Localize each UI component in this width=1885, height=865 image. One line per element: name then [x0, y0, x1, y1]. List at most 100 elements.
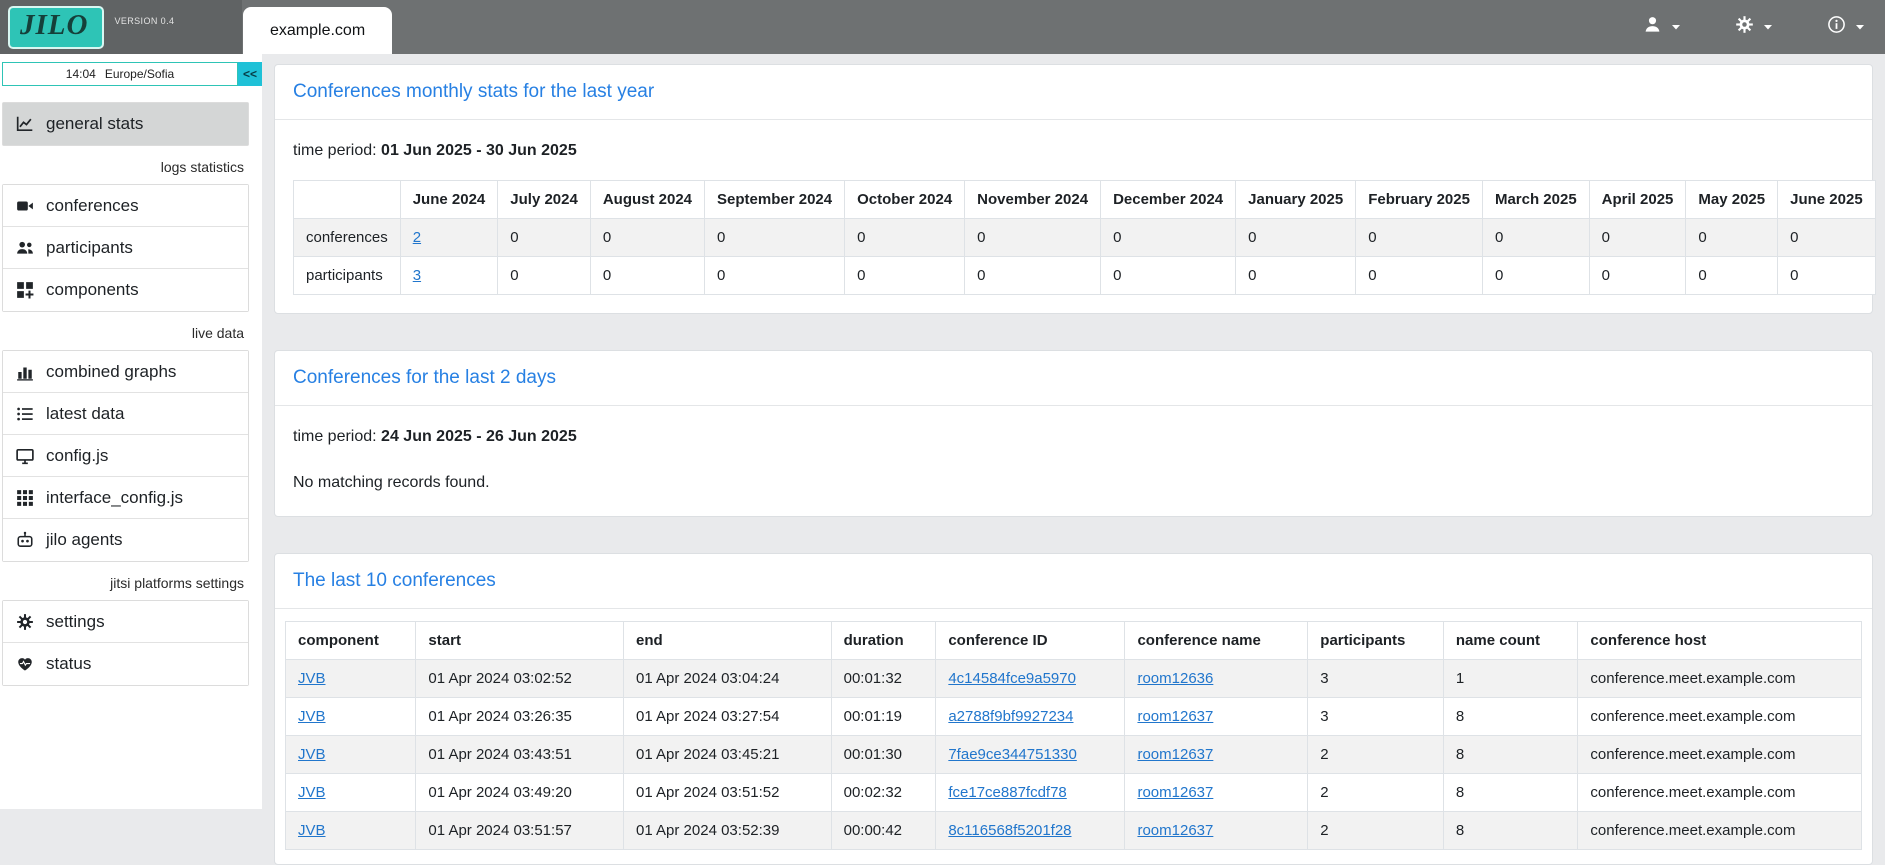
sidebar-item-interface-config-js[interactable]: interface_config.js [3, 477, 248, 519]
column-header: August 2024 [590, 181, 704, 219]
table-cell: conferences [294, 219, 401, 257]
table-cell: 8c116568f5201f28 [936, 812, 1125, 850]
table-cell: 01 Apr 2024 03:27:54 [624, 698, 832, 736]
table-link[interactable]: 3 [413, 267, 421, 284]
card-last-2-days: Conferences for the last 2 days time per… [274, 350, 1873, 517]
table-cell: 00:00:42 [831, 812, 936, 850]
table-cell: 0 [1101, 257, 1236, 295]
sidebar-item-general-stats[interactable]: general stats [3, 103, 248, 145]
table-cell: 2 [1308, 812, 1444, 850]
sidebar-item-settings[interactable]: settings [3, 601, 248, 643]
sidebar-item-label: participants [46, 238, 133, 258]
table-link[interactable]: a2788f9bf9927234 [948, 708, 1073, 725]
table-cell: 0 [1589, 219, 1686, 257]
column-header: June 2024 [400, 181, 498, 219]
sidebar-item-config-js[interactable]: config.js [3, 435, 248, 477]
table-cell: 0 [590, 219, 704, 257]
table-cell: conference.meet.example.com [1578, 736, 1862, 774]
table-link[interactable]: fce17ce887fcdf78 [948, 784, 1066, 801]
sidebar-item-combined-graphs[interactable]: combined graphs [3, 351, 248, 393]
table-link[interactable]: room12637 [1137, 708, 1213, 725]
table-cell: 00:01:32 [831, 660, 936, 698]
column-header: conference name [1125, 622, 1308, 660]
sidebar-section-jitsi-platforms-settings: jitsi platforms settings [0, 562, 262, 600]
table-row: JVB01 Apr 2024 03:02:5201 Apr 2024 03:04… [286, 660, 1862, 698]
table-cell: JVB [286, 660, 416, 698]
column-header: December 2024 [1101, 181, 1236, 219]
sidebar-section-logs-statistics: logs statistics [0, 146, 262, 184]
last-10-conferences-table: componentstartenddurationconference IDco… [285, 621, 1862, 850]
column-header: November 2024 [965, 181, 1101, 219]
bar-chart-icon [15, 363, 35, 381]
chart-line-icon [15, 115, 35, 133]
table-link[interactable]: 4c14584fce9a5970 [948, 670, 1076, 687]
topbar: JILO VERSION 0.4 example.com [0, 0, 1885, 54]
sidebar-item-components[interactable]: components [3, 269, 248, 311]
table-cell: room12637 [1125, 698, 1308, 736]
table-cell: 0 [1236, 219, 1356, 257]
sidebar-item-jilo-agents[interactable]: jilo agents [3, 519, 248, 561]
clock-timezone: Europe/Sofia [105, 67, 174, 81]
column-header: January 2025 [1236, 181, 1356, 219]
table-link[interactable]: 8c116568f5201f28 [948, 822, 1071, 839]
table-link[interactable]: room12637 [1137, 784, 1213, 801]
app-version: VERSION 0.4 [114, 16, 174, 26]
sidebar-item-status[interactable]: status [3, 643, 248, 685]
table-link[interactable]: JVB [298, 670, 326, 687]
table-cell: 7fae9ce344751330 [936, 736, 1125, 774]
settings-menu-toggle[interactable] [1735, 15, 1773, 39]
tab-example-com[interactable]: example.com [243, 7, 392, 54]
table-cell: 0 [1778, 219, 1876, 257]
card-body: componentstartenddurationconference IDco… [275, 609, 1872, 864]
table-cell: 01 Apr 2024 03:52:39 [624, 812, 832, 850]
sidebar-item-label: components [46, 280, 139, 300]
sidebar-item-participants[interactable]: participants [3, 227, 248, 269]
column-header: duration [831, 622, 936, 660]
chevron-down-icon [1763, 18, 1773, 36]
table-cell: conference.meet.example.com [1578, 660, 1862, 698]
table-cell: 2 [1308, 736, 1444, 774]
user-menu-toggle[interactable] [1643, 15, 1681, 39]
sidebar-item-label: combined graphs [46, 362, 176, 382]
table-link[interactable]: JVB [298, 708, 326, 725]
table-link[interactable]: room12636 [1137, 670, 1213, 687]
table-cell: JVB [286, 812, 416, 850]
column-header: start [416, 622, 624, 660]
table-cell: 3 [1308, 660, 1444, 698]
table-cell: conference.meet.example.com [1578, 698, 1862, 736]
table-cell: a2788f9bf9927234 [936, 698, 1125, 736]
sidebar-collapse-button[interactable]: << [238, 62, 262, 86]
column-header: component [286, 622, 416, 660]
table-link[interactable]: JVB [298, 784, 326, 801]
topbar-brand-area: JILO VERSION 0.4 [0, 0, 242, 54]
table-cell: 01 Apr 2024 03:51:57 [416, 812, 624, 850]
card-header: The last 10 conferences [275, 554, 1872, 609]
table-cell: 0 [965, 257, 1101, 295]
column-header [294, 181, 401, 219]
table-cell: room12636 [1125, 660, 1308, 698]
sidebar-item-latest-data[interactable]: latest data [3, 393, 248, 435]
table-header-row: June 2024July 2024August 2024September 2… [294, 181, 1876, 219]
sidebar-nav: general stats logs statistics conference… [0, 102, 262, 686]
column-header: July 2024 [498, 181, 591, 219]
user-icon [1643, 15, 1662, 39]
table-cell: participants [294, 257, 401, 295]
table-cell: 0 [1356, 219, 1483, 257]
table-link[interactable]: room12637 [1137, 746, 1213, 763]
list-icon [15, 405, 35, 423]
table-link[interactable]: 2 [413, 229, 421, 246]
table-link[interactable]: JVB [298, 822, 326, 839]
sidebar-item-conferences[interactable]: conferences [3, 185, 248, 227]
table-link[interactable]: 7fae9ce344751330 [948, 746, 1076, 763]
table-cell: 0 [845, 219, 965, 257]
table-header-row: componentstartenddurationconference IDco… [286, 622, 1862, 660]
column-header: September 2024 [705, 181, 845, 219]
info-menu-toggle[interactable] [1827, 15, 1865, 39]
card-title-monthly-stats: Conferences monthly stats for the last y… [293, 81, 1854, 103]
clock: 14:04 Europe/Sofia [2, 62, 238, 86]
table-link[interactable]: room12637 [1137, 822, 1213, 839]
main-content: Conferences monthly stats for the last y… [262, 0, 1885, 865]
table-link[interactable]: JVB [298, 746, 326, 763]
table-cell: 0 [1482, 257, 1589, 295]
time-period-label: time period: [293, 142, 377, 159]
